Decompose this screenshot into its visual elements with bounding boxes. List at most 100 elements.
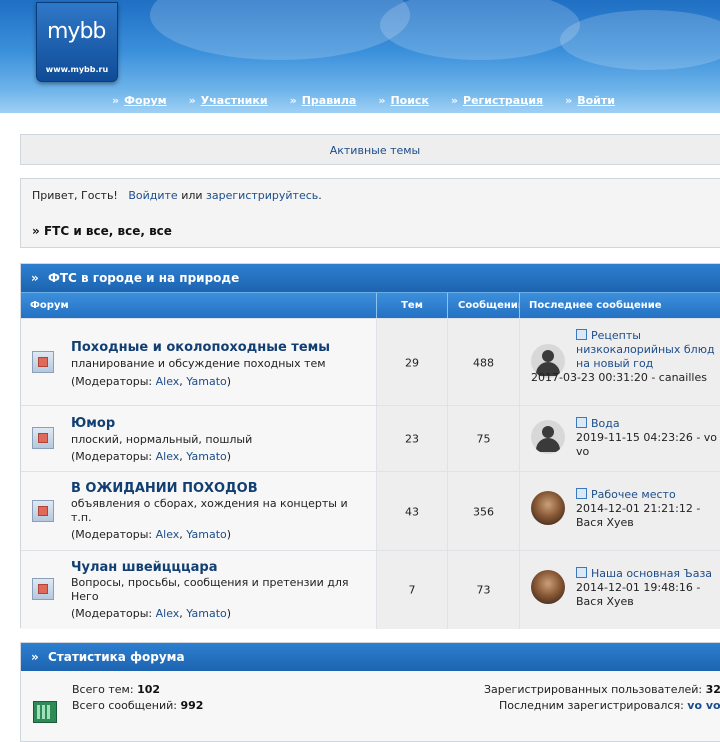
moderator-link[interactable]: Alex: [156, 528, 180, 541]
messages-cell: 356: [448, 472, 520, 551]
default-avatar[interactable]: [531, 420, 565, 454]
photo-avatar[interactable]: [531, 491, 565, 525]
forum-row: Юмор плоский, нормальный, пошлый (Модера…: [21, 405, 720, 472]
breadcrumb-title[interactable]: FTC и все, все, все: [44, 224, 172, 238]
stat-last-registered: Последним зарегистрировался: vo vo: [499, 699, 720, 712]
nav-item-register: » Регистрация: [451, 94, 543, 107]
stat-messages-label: Всего сообщений:: [72, 699, 177, 712]
moderator-link[interactable]: Yamato: [186, 450, 226, 463]
forum-moderators: (Модераторы: Alex, Yamato): [71, 450, 231, 463]
last-post: Рецепты низкокалорийных блюд на новый го…: [576, 329, 720, 371]
moderator-sep: ,: [179, 528, 183, 541]
last-post-cell: Рабочее место 2014-12-01 21:21:12 - Вася…: [520, 472, 720, 551]
forum-title[interactable]: Походные и околопоходные темы: [71, 340, 330, 355]
nav-link-members[interactable]: Участники: [201, 94, 268, 107]
post-icon: [576, 567, 587, 578]
header-cloud: [380, 0, 580, 60]
stat-topics-value: 102: [137, 683, 161, 696]
messages-count: 488: [473, 356, 494, 369]
site-logo[interactable]: mybb www.mybb.ru: [36, 2, 118, 82]
category-header: » ФТС в городе и на природе: [21, 264, 720, 292]
forum-status-icon: [32, 499, 54, 522]
header-cloud: [560, 10, 720, 70]
topics-cell: 29: [377, 319, 448, 406]
breadcrumb-arrow: »: [32, 224, 40, 238]
stat-last-reg-label: Последним зарегистрировался:: [499, 699, 684, 712]
topics-cell: 7: [377, 551, 448, 629]
greeting-text: Привет, Гость!: [32, 189, 118, 202]
last-registered-link[interactable]: vo vo: [687, 699, 720, 712]
forum-category: » ФТС в городе и на природе Форум Тем Со…: [20, 263, 720, 629]
last-post-link[interactable]: Наша основная Ъаза: [591, 567, 712, 580]
col-last-post: Последнее сообщение: [529, 300, 662, 311]
header-cloud: [150, 0, 410, 60]
nav-item-forum: » Форум: [112, 94, 167, 107]
last-post-cell: Рецепты низкокалорийных блюд на новый го…: [520, 319, 720, 406]
photo-avatar[interactable]: [531, 570, 565, 604]
active-topics-link[interactable]: Активные темы: [330, 144, 421, 157]
chevron-right-icon: »: [378, 94, 385, 107]
col-forum: Форум: [21, 293, 377, 319]
forum-moderators: (Модераторы: Alex, Yamato): [71, 528, 231, 541]
moderators-close: ): [226, 528, 232, 541]
last-post-link[interactable]: Вода: [591, 417, 620, 430]
last-post-link[interactable]: Рабочее место: [591, 488, 676, 501]
moderator-link[interactable]: Alex: [156, 375, 180, 388]
topics-count: 43: [405, 505, 419, 518]
moderator-link[interactable]: Alex: [156, 607, 180, 620]
logo-url: www.mybb.ru: [45, 65, 109, 74]
moderator-sep: ,: [179, 375, 183, 388]
chevron-right-icon: »: [31, 271, 39, 285]
moderators-close: ): [226, 450, 232, 463]
chevron-right-icon: »: [565, 94, 572, 107]
nav-link-login[interactable]: Войти: [577, 94, 615, 107]
moderator-link[interactable]: Yamato: [186, 607, 226, 620]
or-text: или: [181, 189, 203, 202]
stat-users-label: Зарегистрированных пользователей:: [484, 683, 703, 696]
forum-title[interactable]: Чулан швейцццара: [71, 560, 218, 575]
forum-moderators: (Модераторы: Alex, Yamato): [71, 375, 231, 388]
login-link[interactable]: Войдите: [128, 189, 177, 202]
messages-count: 356: [473, 505, 494, 518]
messages-count: 75: [476, 432, 491, 446]
topics-count: 29: [405, 356, 419, 369]
moderators-label: (Модераторы:: [71, 607, 153, 620]
messages-cell: 488: [448, 319, 520, 406]
forum-cell: В ОЖИДАНИИ ПОХОДОВ объявления о сборах, …: [21, 472, 377, 551]
moderator-sep: ,: [179, 607, 183, 620]
moderator-link[interactable]: Yamato: [186, 528, 226, 541]
welcome-line: Привет, Гость! Войдите или зарегистрируй…: [32, 189, 322, 202]
stats-header: » Статистика форума: [21, 643, 720, 671]
last-post-link[interactable]: Рецепты низкокалорийных блюд на новый го…: [576, 329, 715, 370]
moderators-close: ): [226, 375, 232, 388]
active-topics-bar: Активные темы: [20, 134, 720, 165]
topics-count: 7: [408, 583, 416, 597]
forum-description: планирование и обсуждение походных тем: [71, 357, 326, 370]
nav-link-search[interactable]: Поиск: [390, 94, 428, 107]
col-messages: Сообщений: [448, 293, 520, 319]
register-link[interactable]: зарегистрируйтесь: [206, 189, 318, 202]
last-post-meta: 2019-11-15 04:23:26 - vo vo: [576, 431, 718, 458]
nav-link-rules[interactable]: Правила: [302, 94, 357, 107]
moderators-close: ): [226, 607, 232, 620]
forum-cell: Походные и околопоходные темы планирован…: [21, 319, 377, 406]
nav-link-register[interactable]: Регистрация: [463, 94, 543, 107]
messages-cell: 75: [448, 406, 520, 472]
nav-item-rules: » Правила: [290, 94, 357, 107]
forum-status-icon: [32, 427, 54, 449]
logo-mark: mybb: [47, 19, 106, 44]
messages-count: 73: [476, 583, 491, 597]
moderator-link[interactable]: Yamato: [186, 375, 226, 388]
chevron-right-icon: »: [188, 94, 196, 107]
nav-link-forum[interactable]: Форум: [124, 94, 167, 107]
stat-messages-value: 992: [180, 699, 204, 712]
forum-title[interactable]: Юмор: [71, 416, 115, 431]
moderator-link[interactable]: Alex: [156, 450, 180, 463]
forum-title[interactable]: В ОЖИДАНИИ ПОХОДОВ: [71, 481, 258, 496]
last-post-meta: 2014-12-01 21:21:12 - Вася Хуев: [576, 502, 701, 529]
chevron-right-icon: »: [289, 94, 297, 107]
category-title[interactable]: ФТС в городе и на природе: [48, 271, 239, 285]
last-post: Наша основная Ъаза: [576, 567, 720, 581]
forum-row: В ОЖИДАНИИ ПОХОДОВ объявления о сборах, …: [21, 471, 720, 551]
last-post-cell: Вода 2019-11-15 04:23:26 - vo vo: [520, 406, 720, 472]
